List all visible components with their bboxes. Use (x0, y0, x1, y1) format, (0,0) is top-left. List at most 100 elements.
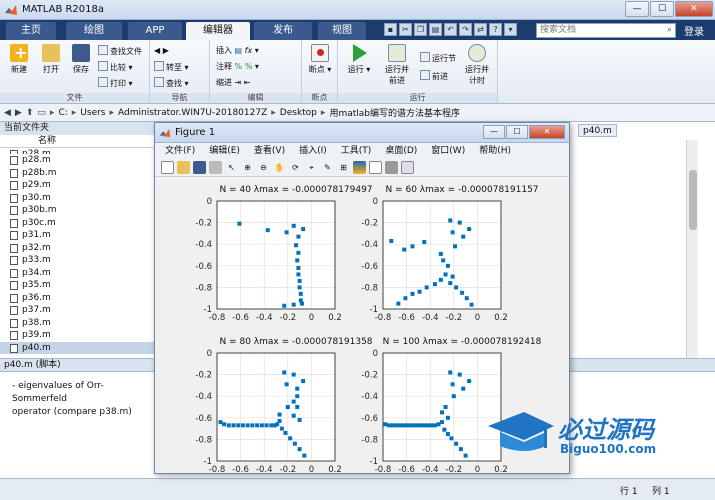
figure-title-bar[interactable]: Figure 1 — ☐ ✕ (155, 123, 569, 143)
colorbar-icon[interactable] (353, 161, 366, 174)
breadcrumb-desktop[interactable]: Desktop (280, 108, 317, 118)
file-row[interactable]: p29.m (0, 179, 159, 192)
figure-maximize-button[interactable]: ☐ (506, 125, 528, 139)
rotate-icon[interactable]: ⟳ (289, 161, 302, 174)
qa-paste-icon[interactable]: ▤ (429, 23, 442, 36)
print-button[interactable]: 打印 ▾ (98, 77, 133, 89)
compare-button[interactable]: 比较 ▾ (98, 61, 133, 73)
minimize-button[interactable]: — (625, 1, 649, 17)
run-section-button[interactable]: 运行节 (420, 52, 456, 64)
menu-window[interactable]: 窗口(W) (431, 143, 465, 159)
figure-close-button[interactable]: ✕ (529, 125, 565, 139)
tab-apps[interactable]: APP (128, 22, 182, 40)
run-advance-button[interactable]: 运行并 前进 (380, 44, 414, 86)
save-figure-icon[interactable] (193, 161, 206, 174)
tab-home[interactable]: 主页 (6, 22, 56, 40)
search-icon[interactable]: ⌕ (667, 24, 672, 37)
qa-copy-icon[interactable]: ❐ (414, 23, 427, 36)
comment-button[interactable]: 注释 % % ▾ (216, 61, 259, 73)
file-row[interactable]: p30b.m (0, 204, 159, 217)
breadcrumb-folder[interactable]: 用matlab编写的谱方法基本程序 (329, 106, 460, 119)
find-file-button[interactable]: 查找文件 (98, 45, 142, 57)
qa-undo-icon[interactable]: ↶ (444, 23, 457, 36)
pan-icon[interactable]: ✋ (273, 161, 286, 174)
file-row[interactable]: p39.m (0, 329, 159, 342)
data-point (226, 423, 231, 428)
tab-view[interactable]: 视图 (318, 22, 366, 40)
brush-icon[interactable]: ✎ (321, 161, 334, 174)
open-file-icon[interactable] (177, 161, 190, 174)
breadcrumb-drive[interactable]: C: (58, 108, 67, 118)
file-row[interactable]: p28.m (0, 154, 159, 167)
login-link[interactable]: 登录 (684, 23, 704, 38)
qa-cut-icon[interactable]: ✂ (399, 23, 412, 36)
zoom-in-icon[interactable]: ⊕ (241, 161, 254, 174)
file-row[interactable]: p30.m (0, 192, 159, 205)
pointer-icon[interactable]: ↖ (225, 161, 238, 174)
menu-help[interactable]: 帮助(H) (479, 143, 511, 159)
file-row[interactable]: p30c.m (0, 217, 159, 230)
qa-switch-icon[interactable]: ⇄ (474, 23, 487, 36)
data-cursor-icon[interactable]: ⌖ (305, 161, 318, 174)
menu-insert[interactable]: 插入(I) (299, 143, 327, 159)
file-row[interactable]: p36.m (0, 292, 159, 305)
breadcrumb-users[interactable]: Users (80, 108, 105, 118)
run-button[interactable]: 运行 ▾ (344, 44, 374, 75)
menu-view[interactable]: 查看(V) (254, 143, 285, 159)
advance-button[interactable]: 前进 (420, 70, 448, 82)
column-header-name[interactable]: 名称 (0, 135, 159, 148)
tab-publish[interactable]: 发布 (254, 22, 312, 40)
editor-tab[interactable]: p40.m (578, 124, 617, 137)
breadcrumb-user[interactable]: Administrator.WIN7U-20180127Z (118, 108, 267, 118)
up-folder-icon[interactable]: ⬆ (26, 108, 34, 118)
menu-edit[interactable]: 编辑(E) (209, 143, 240, 159)
file-row[interactable]: p28b.m (0, 167, 159, 180)
ribbon: + 新建 打开 保存 查找文件 比较 ▾ 打印 ▾ 文件 ◀ ▶ 转至 ▾ 查找… (0, 40, 715, 104)
file-row[interactable]: p31.m (0, 229, 159, 242)
goto-button[interactable]: 转至 ▾ (154, 61, 189, 73)
file-name: p40.m (22, 342, 51, 353)
file-row[interactable]: p38.m (0, 317, 159, 330)
file-row[interactable]: p32.m (0, 242, 159, 255)
save-button[interactable]: 保存 (66, 44, 96, 75)
browse-folder-icon[interactable]: ▭ (37, 108, 46, 118)
search-input[interactable]: 搜索文档 ⌕ (536, 23, 676, 38)
new-button[interactable]: + 新建 (4, 43, 34, 75)
find-button[interactable]: 查找 ▾ (154, 77, 189, 89)
maximize-button[interactable]: ☐ (650, 1, 674, 17)
tab-plots[interactable]: 绘图 (66, 22, 122, 40)
breakpoints-button[interactable]: 断点 ▾ (305, 44, 335, 75)
file-row[interactable]: p37.m (0, 304, 159, 317)
file-row[interactable]: p34.m (0, 267, 159, 280)
indent-button[interactable]: 缩进 ⇥ ⇤ (216, 77, 251, 89)
forward-icon[interactable]: ▶ (15, 108, 22, 118)
legend-icon[interactable] (369, 161, 382, 174)
qa-help-icon[interactable]: ? (489, 23, 502, 36)
menu-desktop[interactable]: 桌面(D) (385, 143, 417, 159)
run-time-button[interactable]: 运行并 计时 (460, 44, 494, 86)
show-plot-tools-icon[interactable] (401, 161, 414, 174)
menu-tools[interactable]: 工具(T) (341, 143, 372, 159)
qa-dropdown-icon[interactable]: ▾ (504, 23, 517, 36)
insert-button[interactable]: 插入 ▤ fx ▾ (216, 45, 259, 57)
zoom-out-icon[interactable]: ⊖ (257, 161, 270, 174)
link-icon[interactable]: ⊞ (337, 161, 350, 174)
hide-plot-tools-icon[interactable] (385, 161, 398, 174)
file-row[interactable]: p33.m (0, 254, 159, 267)
qa-save-icon[interactable]: ▪ (384, 23, 397, 36)
new-figure-icon[interactable] (161, 161, 174, 174)
file-row[interactable]: p40.m (0, 341, 159, 354)
print-figure-icon[interactable] (209, 161, 222, 174)
editor-scrollbar[interactable] (686, 140, 698, 370)
nav-back-icon[interactable]: ◀ ▶ (154, 45, 169, 57)
close-button[interactable]: ✕ (675, 1, 713, 17)
back-icon[interactable]: ◀ (4, 108, 11, 118)
scrollbar-thumb[interactable] (689, 170, 697, 230)
matlab-logo-icon (5, 5, 17, 15)
figure-minimize-button[interactable]: — (483, 125, 505, 139)
qa-redo-icon[interactable]: ↷ (459, 23, 472, 36)
file-row[interactable]: p35.m (0, 279, 159, 292)
menu-file[interactable]: 文件(F) (165, 143, 195, 159)
open-button[interactable]: 打开 (36, 44, 66, 75)
tab-editor[interactable]: 编辑器 (186, 22, 250, 40)
